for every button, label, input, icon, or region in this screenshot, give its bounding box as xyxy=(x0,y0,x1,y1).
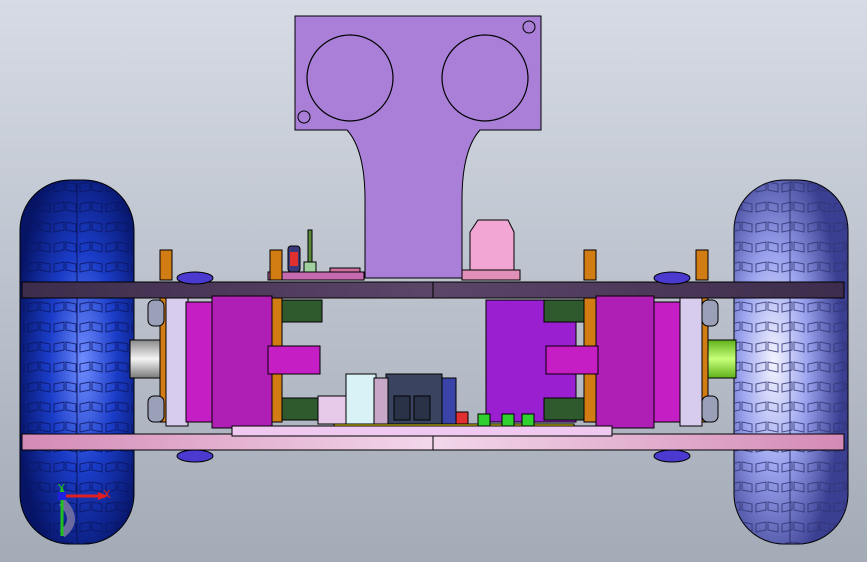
right-motor[interactable] xyxy=(485,295,719,429)
right-wheel-hub xyxy=(705,339,737,379)
sensor-hole-left xyxy=(306,34,394,122)
cad-model-view[interactable]: X Y xyxy=(0,0,867,562)
right-wheel[interactable] xyxy=(733,179,849,545)
left-motor[interactable] xyxy=(147,295,323,429)
triad-x-label: X xyxy=(103,488,111,501)
cad-viewport[interactable]: X Y xyxy=(0,0,867,562)
usb-port xyxy=(345,373,377,425)
mounting-hole-icon xyxy=(297,110,311,124)
sensor-hole-right xyxy=(441,34,529,122)
triad-y-label: Y xyxy=(57,482,65,495)
left-wheel[interactable] xyxy=(19,179,135,545)
left-wheel-hub xyxy=(129,339,161,379)
mounting-hole-icon xyxy=(522,20,536,34)
